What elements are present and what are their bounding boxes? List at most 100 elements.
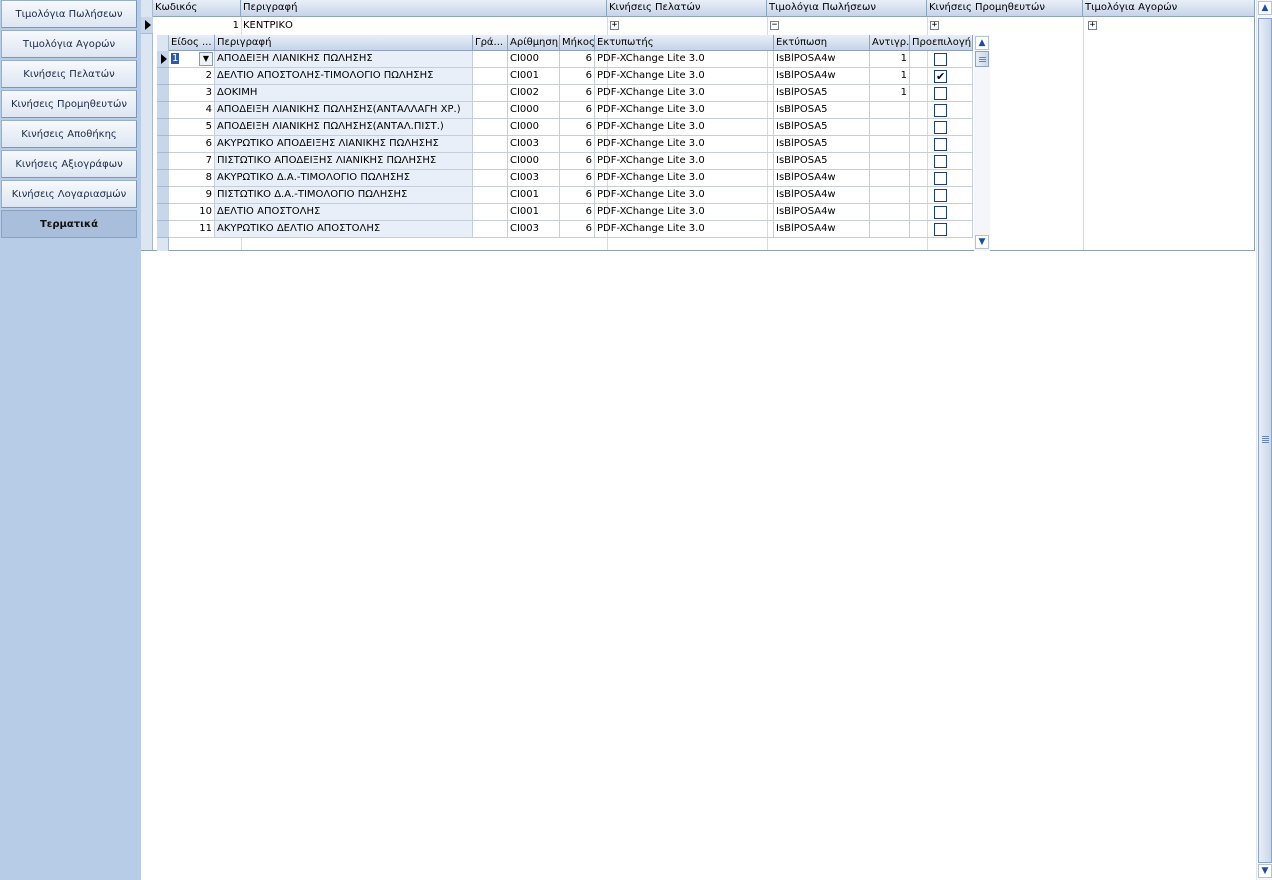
- default-cell[interactable]: [910, 170, 973, 187]
- copies-cell[interactable]: [870, 102, 910, 119]
- default-checkbox[interactable]: [934, 69, 947, 84]
- print-cell[interactable]: IsBlPOSA4w: [774, 204, 870, 221]
- series-cell[interactable]: [473, 119, 508, 136]
- printer-cell[interactable]: PDF-XChange Lite 3.0: [595, 221, 774, 238]
- print-cell[interactable]: IsBlPOSA5: [774, 102, 870, 119]
- length-cell[interactable]: 6: [560, 153, 595, 170]
- nav-purchase-invoices-button[interactable]: Τιμολόγια Αγορών: [1, 30, 137, 58]
- type-cell[interactable]: 10: [169, 204, 215, 221]
- description-cell[interactable]: ΔΟΚΙΜΗ: [215, 85, 473, 102]
- numbering-cell[interactable]: CI002: [508, 85, 560, 102]
- length-cell[interactable]: 6: [560, 51, 595, 68]
- default-cell[interactable]: [910, 136, 973, 153]
- scrollbar-thumb[interactable]: [975, 51, 989, 67]
- copies-cell[interactable]: [870, 221, 910, 238]
- numbering-cell[interactable]: CI000: [508, 51, 560, 68]
- description-cell[interactable]: ΑΠΟΔΕΙΞΗ ΛΙΑΝΙΚΗΣ ΠΩΛΗΣΗΣ(ΑΝΤΑΛΛΑΓΗ ΧΡ.): [215, 102, 473, 119]
- numbering-cell[interactable]: CI003: [508, 136, 560, 153]
- printer-cell[interactable]: PDF-XChange Lite 3.0: [595, 187, 774, 204]
- length-cell[interactable]: 6: [560, 68, 595, 85]
- description-cell[interactable]: ΑΚΥΡΩΤΙΚΟ Δ.Α.-ΤΙΜΟΛΟΓΙΟ ΠΩΛΗΣΗΣ: [215, 170, 473, 187]
- type-cell[interactable]: 7: [169, 153, 215, 170]
- length-cell[interactable]: 6: [560, 85, 595, 102]
- col-default-header[interactable]: Προεπιλογή: [910, 35, 973, 51]
- row-indicator[interactable]: [157, 204, 169, 221]
- table-row[interactable]: 5 ΑΠΟΔΕΙΞΗ ΛΙΑΝΙΚΗΣ ΠΩΛΗΣΗΣ(ΑΝΤΑΛ.ΠΙΣΤ.) C…: [157, 119, 973, 136]
- col-sales-invoices-header[interactable]: Τιμολόγια Πωλήσεων: [767, 0, 927, 17]
- expand-supplier-transactions-button[interactable]: +: [930, 21, 939, 30]
- row-indicator[interactable]: [157, 102, 169, 119]
- printer-cell[interactable]: PDF-XChange Lite 3.0: [595, 153, 774, 170]
- col-numbering-header[interactable]: Αρίθμηση: [508, 35, 560, 51]
- col-print-header[interactable]: Εκτύπωση: [774, 35, 870, 51]
- nav-customer-transactions-button[interactable]: Κινήσεις Πελατών: [1, 60, 137, 88]
- print-cell[interactable]: IsBlPOSA4w: [774, 68, 870, 85]
- default-checkbox[interactable]: [934, 189, 947, 202]
- type-cell[interactable]: 2: [169, 68, 215, 85]
- default-checkbox[interactable]: [934, 223, 947, 236]
- numbering-cell[interactable]: CI000: [508, 102, 560, 119]
- description-cell[interactable]: ΚΕΝΤΡΙΚΟ: [241, 17, 607, 34]
- nav-supplier-transactions-button[interactable]: Κινήσεις Προμηθευτών: [1, 90, 137, 118]
- type-combo-value[interactable]: 1: [171, 53, 180, 64]
- length-cell[interactable]: 6: [560, 221, 595, 238]
- description-cell[interactable]: ΑΠΟΔΕΙΞΗ ΛΙΑΝΙΚΗΣ ΠΩΛΗΣΗΣ: [215, 51, 473, 68]
- row-indicator[interactable]: [157, 153, 169, 170]
- chevron-down-icon[interactable]: ▼: [975, 235, 989, 249]
- default-cell[interactable]: [910, 153, 973, 170]
- chevron-up-icon[interactable]: ▲: [975, 36, 989, 50]
- col-customer-transactions-header[interactable]: Κινήσεις Πελατών: [607, 0, 767, 17]
- nav-sales-invoices-button[interactable]: Τιμολόγια Πωλήσεων: [1, 0, 137, 28]
- row-indicator[interactable]: [157, 170, 169, 187]
- scrollbar-thumb[interactable]: [1258, 18, 1272, 863]
- series-cell[interactable]: [473, 153, 508, 170]
- length-cell[interactable]: 6: [560, 119, 595, 136]
- nav-securities-transactions-button[interactable]: Κινήσεις Αξιογράφων: [1, 150, 137, 178]
- type-cell[interactable]: 5: [169, 119, 215, 136]
- printer-cell[interactable]: PDF-XChange Lite 3.0: [595, 136, 774, 153]
- table-row[interactable]: 9 ΠΙΣΤΩΤΙΚΟ Δ.Α.-ΤΙΜΟΛΟΓΙΟ ΠΩΛΗΣΗΣ CI001 6 P…: [157, 187, 973, 204]
- numbering-cell[interactable]: CI001: [508, 204, 560, 221]
- printer-cell[interactable]: PDF-XChange Lite 3.0: [595, 170, 774, 187]
- series-cell[interactable]: [473, 85, 508, 102]
- copies-cell[interactable]: [870, 136, 910, 153]
- print-cell[interactable]: IsBlPOSA5: [774, 119, 870, 136]
- table-row[interactable]: 8 ΑΚΥΡΩΤΙΚΟ Δ.Α.-ΤΙΜΟΛΟΓΙΟ ΠΩΛΗΣΗΣ CI003 6 P…: [157, 170, 973, 187]
- chevron-down-icon[interactable]: ▼: [1258, 864, 1272, 878]
- col-length-header[interactable]: Μήκος: [560, 35, 595, 51]
- copies-cell[interactable]: [870, 119, 910, 136]
- table-row[interactable]: 7 ΠΙΣΤΩΤΙΚΟ ΑΠΟΔΕΙΞΗΣ ΛΙΑΝΙΚΗΣ ΠΩΛΗΣΗΣ CI0…: [157, 153, 973, 170]
- collapse-sales-invoices-button[interactable]: −: [770, 21, 779, 30]
- length-cell[interactable]: 6: [560, 170, 595, 187]
- table-row[interactable]: 1 ▼ ΑΠΟΔΕΙΞΗ ΛΙΑΝΙΚΗΣ ΠΩΛΗΣΗΣ CI000 6 PDF-XCh…: [157, 51, 973, 68]
- copies-cell[interactable]: 1: [870, 85, 910, 102]
- default-checkbox[interactable]: [934, 206, 947, 219]
- series-cell[interactable]: [473, 170, 508, 187]
- series-cell[interactable]: [473, 68, 508, 85]
- description-cell[interactable]: ΑΚΥΡΩΤΙΚΟ ΑΠΟΔΕΙΞΗΣ ΛΙΑΝΙΚΗΣ ΠΩΛΗΣΗΣ: [215, 136, 473, 153]
- type-cell[interactable]: 3: [169, 85, 215, 102]
- printer-cell[interactable]: PDF-XChange Lite 3.0: [595, 119, 774, 136]
- row-indicator[interactable]: [157, 187, 169, 204]
- row-indicator[interactable]: [141, 17, 153, 34]
- col-printer-header[interactable]: Εκτυπωτής: [595, 35, 774, 51]
- series-cell[interactable]: [473, 187, 508, 204]
- row-indicator[interactable]: [157, 68, 169, 85]
- series-cell[interactable]: [473, 102, 508, 119]
- description-cell[interactable]: ΠΙΣΤΩΤΙΚΟ ΑΠΟΔΕΙΞΗΣ ΛΙΑΝΙΚΗΣ ΠΩΛΗΣΗΣ: [215, 153, 473, 170]
- col-type-header[interactable]: Είδος ...: [169, 35, 215, 51]
- print-cell[interactable]: IsBlPOSA4w: [774, 221, 870, 238]
- printer-cell[interactable]: PDF-XChange Lite 3.0: [595, 68, 774, 85]
- default-checkbox[interactable]: [934, 138, 947, 151]
- table-row[interactable]: 11 ΑΚΥΡΩΤΙΚΟ ΔΕΛΤΙΟ ΑΠΟΣΤΟΛΗΣ CI003 6 PDF-XC…: [157, 221, 973, 238]
- default-checkbox[interactable]: [934, 104, 947, 117]
- length-cell[interactable]: 6: [560, 102, 595, 119]
- default-cell[interactable]: [910, 187, 973, 204]
- default-cell[interactable]: [910, 85, 973, 102]
- type-cell[interactable]: 4: [169, 102, 215, 119]
- col-supplier-transactions-header[interactable]: Κινήσεις Προμηθευτών: [927, 0, 1083, 17]
- description-cell[interactable]: ΠΙΣΤΩΤΙΚΟ Δ.Α.-ΤΙΜΟΛΟΓΙΟ ΠΩΛΗΣΗΣ: [215, 187, 473, 204]
- length-cell[interactable]: 6: [560, 136, 595, 153]
- detail-vertical-scrollbar[interactable]: ▲ ▼: [974, 35, 990, 251]
- series-cell[interactable]: [473, 51, 508, 68]
